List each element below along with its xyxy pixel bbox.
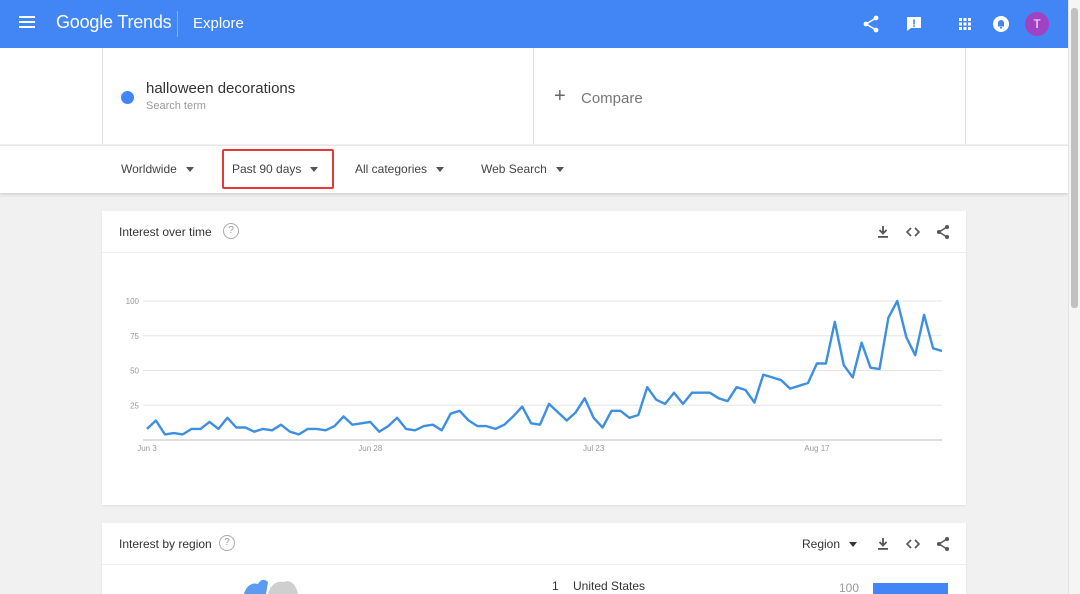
search-term-name[interactable]: halloween decorations [146, 80, 295, 97]
term-color-dot [121, 91, 134, 104]
time-range-filter-label: Past 90 days [232, 162, 302, 176]
chevron-down-icon [555, 167, 564, 173]
x-tick-label: Aug 17 [804, 444, 830, 453]
help-icon[interactable]: ? [219, 535, 235, 551]
region-select[interactable]: Region [802, 537, 858, 551]
download-icon[interactable] [875, 224, 891, 240]
search-type-filter-label: Web Search [481, 162, 547, 176]
embed-icon[interactable] [905, 536, 921, 552]
interest-over-time-chart: 25 50 75 100 Jun 3 Jun 28 Jul 23 Aug 17 [126, 297, 943, 453]
share-icon[interactable] [935, 536, 951, 552]
feedback-icon[interactable] [904, 14, 924, 34]
download-icon[interactable] [875, 536, 891, 552]
y-tick-label: 50 [130, 367, 139, 376]
x-tick-label: Jun 3 [137, 444, 157, 453]
region-rank: 1 [552, 579, 559, 593]
share-icon[interactable] [861, 14, 881, 34]
region-select-label: Region [802, 537, 841, 551]
share-icon[interactable] [935, 224, 951, 240]
series-line [146, 299, 943, 436]
card-header: Interest by region ? Region [102, 523, 966, 565]
card-title: Interest over time [119, 225, 212, 239]
card-header: Interest over time ? [102, 211, 966, 253]
y-tick-label: 25 [130, 401, 139, 410]
chevron-down-icon [436, 167, 445, 173]
filter-bar: Worldwide Past 90 days All categories We… [0, 145, 1068, 193]
page-scrollbar[interactable] [1068, 0, 1080, 594]
category-filter[interactable]: All categories [355, 162, 445, 176]
menu-icon[interactable] [19, 16, 35, 30]
embed-icon[interactable] [905, 224, 921, 240]
interest-over-time-card: Interest over time ? 25 50 75 100 Jun 3 Jun 2… [102, 211, 966, 505]
region-value-bar [873, 583, 948, 594]
search-term-card[interactable]: halloween decorations Search term [102, 48, 534, 144]
card-title: Interest by region [119, 537, 212, 551]
search-type-filter[interactable]: Web Search [481, 162, 564, 176]
brand-trends: Trends [117, 12, 172, 32]
world-map[interactable] [240, 576, 310, 594]
header-divider [177, 11, 178, 37]
compare-card[interactable]: + Compare [534, 48, 966, 144]
search-term-subtitle: Search term [146, 100, 206, 112]
scrollbar-thumb[interactable] [1071, 8, 1078, 308]
interest-by-region-card: Interest by region ? Region 1 United Sta… [102, 523, 966, 594]
apps-grid-icon[interactable] [955, 14, 975, 34]
y-tick-label: 75 [130, 332, 139, 341]
region-filter-label: Worldwide [121, 162, 177, 176]
google-trends-logo[interactable]: Google Trends [56, 12, 172, 33]
region-country[interactable]: United States [573, 579, 645, 593]
chevron-down-icon [849, 542, 858, 548]
compare-label[interactable]: Compare [581, 90, 643, 107]
region-value: 100 [839, 581, 860, 594]
time-range-filter[interactable]: Past 90 days [232, 162, 319, 176]
y-tick-label: 100 [126, 297, 140, 306]
add-icon: + [554, 85, 566, 107]
top-app-bar: Google Trends Explore T [0, 0, 1068, 48]
chevron-down-icon [185, 167, 194, 173]
page-title: Explore [193, 15, 244, 32]
help-icon[interactable]: ? [223, 223, 239, 239]
avatar[interactable]: T [1025, 12, 1049, 36]
category-filter-label: All categories [355, 162, 428, 176]
x-tick-label: Jul 23 [583, 444, 605, 453]
region-filter[interactable]: Worldwide [121, 162, 194, 176]
chevron-down-icon [310, 167, 319, 173]
x-tick-label: Jun 28 [358, 444, 383, 453]
brand-google: Google [56, 12, 113, 32]
notifications-icon[interactable] [991, 14, 1011, 34]
